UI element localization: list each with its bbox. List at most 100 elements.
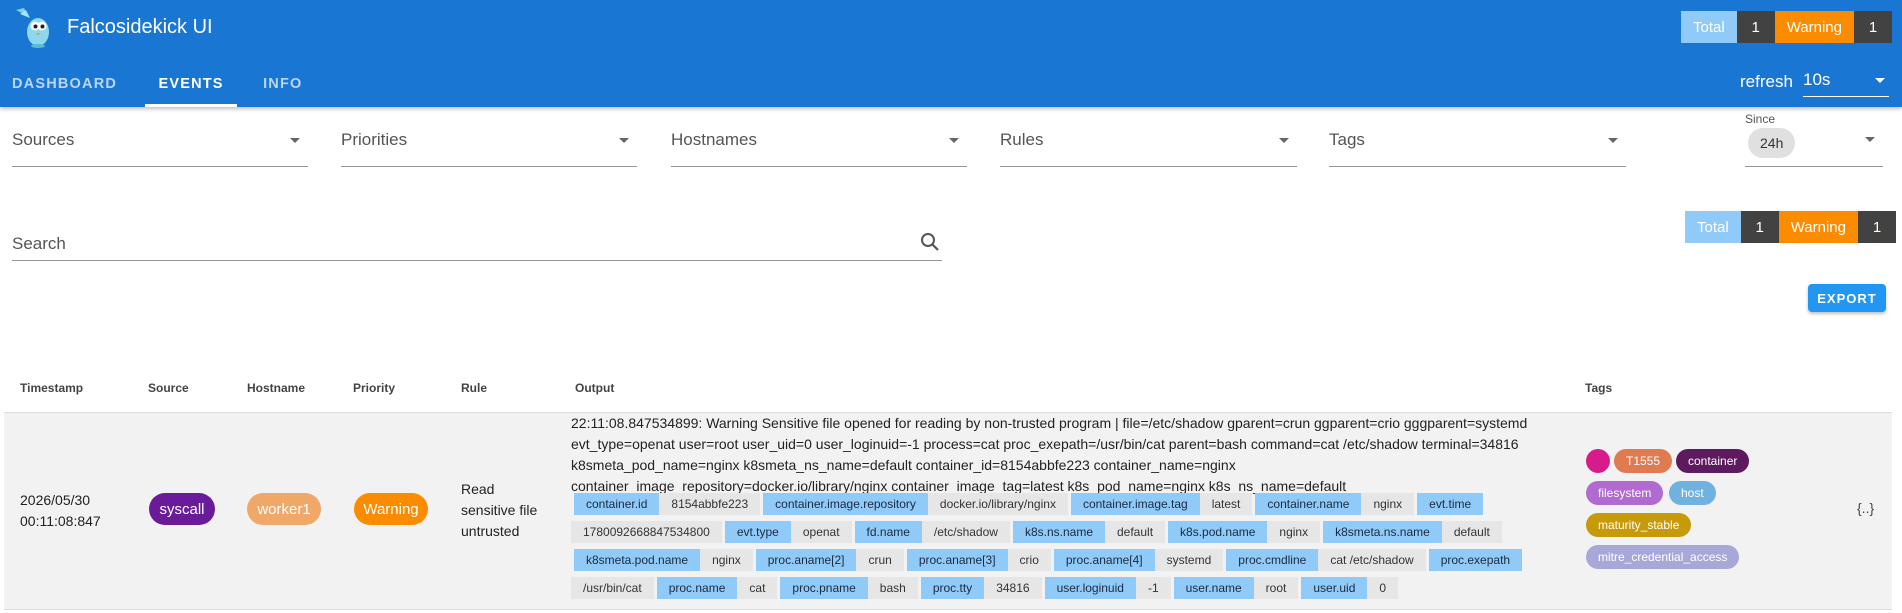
refresh-select[interactable]: 10s [1803, 70, 1889, 97]
rules-select[interactable]: Rules [1000, 122, 1297, 167]
field-key[interactable]: proc.exepath [1428, 549, 1523, 571]
rule-line: Read [461, 481, 495, 497]
hostnames-select[interactable]: Hostnames [671, 122, 967, 167]
json-view-icon[interactable]: {..} [1857, 500, 1874, 516]
tab-dashboard[interactable]: DASHBOARD [0, 61, 129, 107]
tag-container[interactable]: container [1676, 449, 1750, 473]
field-key[interactable]: evt.type [724, 521, 791, 543]
priority-badge[interactable]: Warning [354, 493, 428, 525]
field-value[interactable]: cat [737, 577, 778, 599]
priorities-select[interactable]: Priorities [341, 122, 637, 167]
output-line: k8smeta_pod_name=nginx k8smeta_ns_name=d… [571, 457, 1236, 473]
field-value[interactable]: 1780092668847534800 [571, 521, 722, 543]
rule-cell[interactable]: Read sensitive file untrusted [461, 479, 537, 542]
export-button[interactable]: EXPORT [1808, 284, 1886, 312]
field-value[interactable]: nginx [1361, 493, 1415, 515]
field-value[interactable]: nginx [1267, 521, 1321, 543]
chevron-down-icon [1279, 138, 1289, 143]
since-select[interactable]: 24h [1745, 125, 1883, 167]
source-badge[interactable]: syscall [149, 493, 215, 525]
tag-maturity-stable[interactable]: maturity_stable [1586, 513, 1692, 537]
since-label: Since [1745, 112, 1776, 126]
field-key[interactable]: proc.name [656, 577, 738, 599]
refresh-label: refresh [1740, 72, 1793, 91]
field-key[interactable]: proc.aname[2] [755, 549, 857, 571]
rule-line: untrusted [461, 523, 520, 539]
output-line: evt_type=openat user=root user_uid=0 use… [571, 436, 1519, 452]
tag-host[interactable]: host [1669, 481, 1716, 505]
field-key[interactable]: container.image.tag [1070, 493, 1200, 515]
hostname-badge[interactable]: worker1 [247, 493, 321, 525]
field-value[interactable]: 8154abbfe223 [659, 493, 761, 515]
field-key[interactable]: fd.name [854, 521, 922, 543]
field-value[interactable]: systemd [1154, 549, 1224, 571]
column-header-tags[interactable]: Tags [1585, 381, 1612, 395]
refresh-value: 10s [1803, 70, 1831, 89]
field-value[interactable]: crun [856, 549, 904, 571]
field-key[interactable]: proc.aname[4] [1053, 549, 1155, 571]
search-input[interactable]: Search [12, 226, 942, 261]
event-counter: Total 1 Warning 1 [1685, 211, 1896, 243]
field-key[interactable]: k8s.pod.name [1168, 521, 1268, 543]
field-key[interactable]: container.id [574, 493, 660, 515]
header-total-count: 1 [1736, 11, 1775, 43]
field-key[interactable]: k8s.ns.name [1012, 521, 1105, 543]
column-header-priority[interactable]: Priority [353, 381, 395, 395]
field-key[interactable]: proc.pname [780, 577, 868, 599]
field-value[interactable]: bash [867, 577, 918, 599]
field-value[interactable]: default [1105, 521, 1166, 543]
tab-events[interactable]: EVENTS [145, 61, 238, 107]
nav-tabs: DASHBOARD EVENTS INFO [0, 61, 315, 107]
tag-filesystem[interactable]: filesystem [1586, 481, 1664, 505]
field-row: 1780092668847534800 evt.type openat fd.name… [571, 521, 1531, 543]
event-output: 22:11:08.847534899: Warning Sensitive fi… [571, 413, 1531, 497]
hostnames-label: Hostnames [671, 130, 757, 149]
chevron-down-icon [949, 138, 959, 143]
field-value[interactable]: cat /etc/shadow [1318, 549, 1426, 571]
field-value[interactable]: 0 [1367, 577, 1399, 599]
column-header-output[interactable]: Output [575, 381, 614, 395]
search-placeholder: Search [12, 234, 66, 253]
tab-info[interactable]: INFO [251, 61, 314, 107]
field-value[interactable]: openat [790, 521, 852, 543]
field-key[interactable]: user.uid [1301, 577, 1368, 599]
field-key[interactable]: proc.tty [920, 577, 985, 599]
field-value[interactable]: root [1253, 577, 1299, 599]
rule-line: sensitive file [461, 502, 538, 518]
field-value[interactable]: 34816 [984, 577, 1042, 599]
field-key[interactable]: k8smeta.pod.name [574, 549, 701, 571]
field-key[interactable]: proc.cmdline [1226, 549, 1319, 571]
sources-select[interactable]: Sources [12, 122, 308, 167]
tags-label: Tags [1329, 130, 1365, 149]
total-label: Total [1685, 211, 1741, 243]
column-header-source[interactable]: Source [148, 381, 189, 395]
field-value[interactable]: nginx [700, 549, 753, 571]
field-key[interactable]: user.loginuid [1044, 577, 1136, 599]
timestamp-date: 2026/05/30 [20, 492, 91, 508]
since-chip: 24h [1748, 128, 1796, 158]
field-key[interactable]: user.name [1173, 577, 1254, 599]
field-value[interactable]: /etc/shadow [921, 521, 1010, 543]
field-value[interactable]: latest [1199, 493, 1253, 515]
field-row: /usr/bin/cat proc.name cat proc.pname bash pr… [571, 577, 1531, 599]
field-value[interactable]: /usr/bin/cat [571, 577, 654, 599]
field-key[interactable]: evt.time [1417, 493, 1484, 515]
header-warning-count: 1 [1854, 11, 1892, 43]
column-header-hostname[interactable]: Hostname [247, 381, 305, 395]
tag-mitre-credential-access[interactable]: mitre_credential_access [1586, 545, 1740, 569]
field-key[interactable]: k8smeta.ns.name [1323, 521, 1442, 543]
field-value[interactable]: crio [1007, 549, 1051, 571]
tag-dot[interactable] [1586, 449, 1610, 473]
field-value[interactable]: docker.io/library/nginx [927, 493, 1068, 515]
field-key[interactable]: container.image.repository [763, 493, 928, 515]
field-value[interactable]: -1 [1135, 577, 1171, 599]
tag-t1555[interactable]: T1555 [1614, 449, 1673, 473]
field-key[interactable]: proc.aname[3] [906, 549, 1008, 571]
column-header-rule[interactable]: Rule [461, 381, 487, 395]
field-key[interactable]: container.name [1255, 493, 1362, 515]
search-icon[interactable] [920, 232, 940, 252]
field-value[interactable]: default [1441, 521, 1502, 543]
app-bar: Falcosidekick UI Total 1 Warning 1 DASHB… [0, 0, 1902, 107]
tags-select[interactable]: Tags [1329, 122, 1626, 167]
column-header-timestamp[interactable]: Timestamp [20, 381, 83, 395]
